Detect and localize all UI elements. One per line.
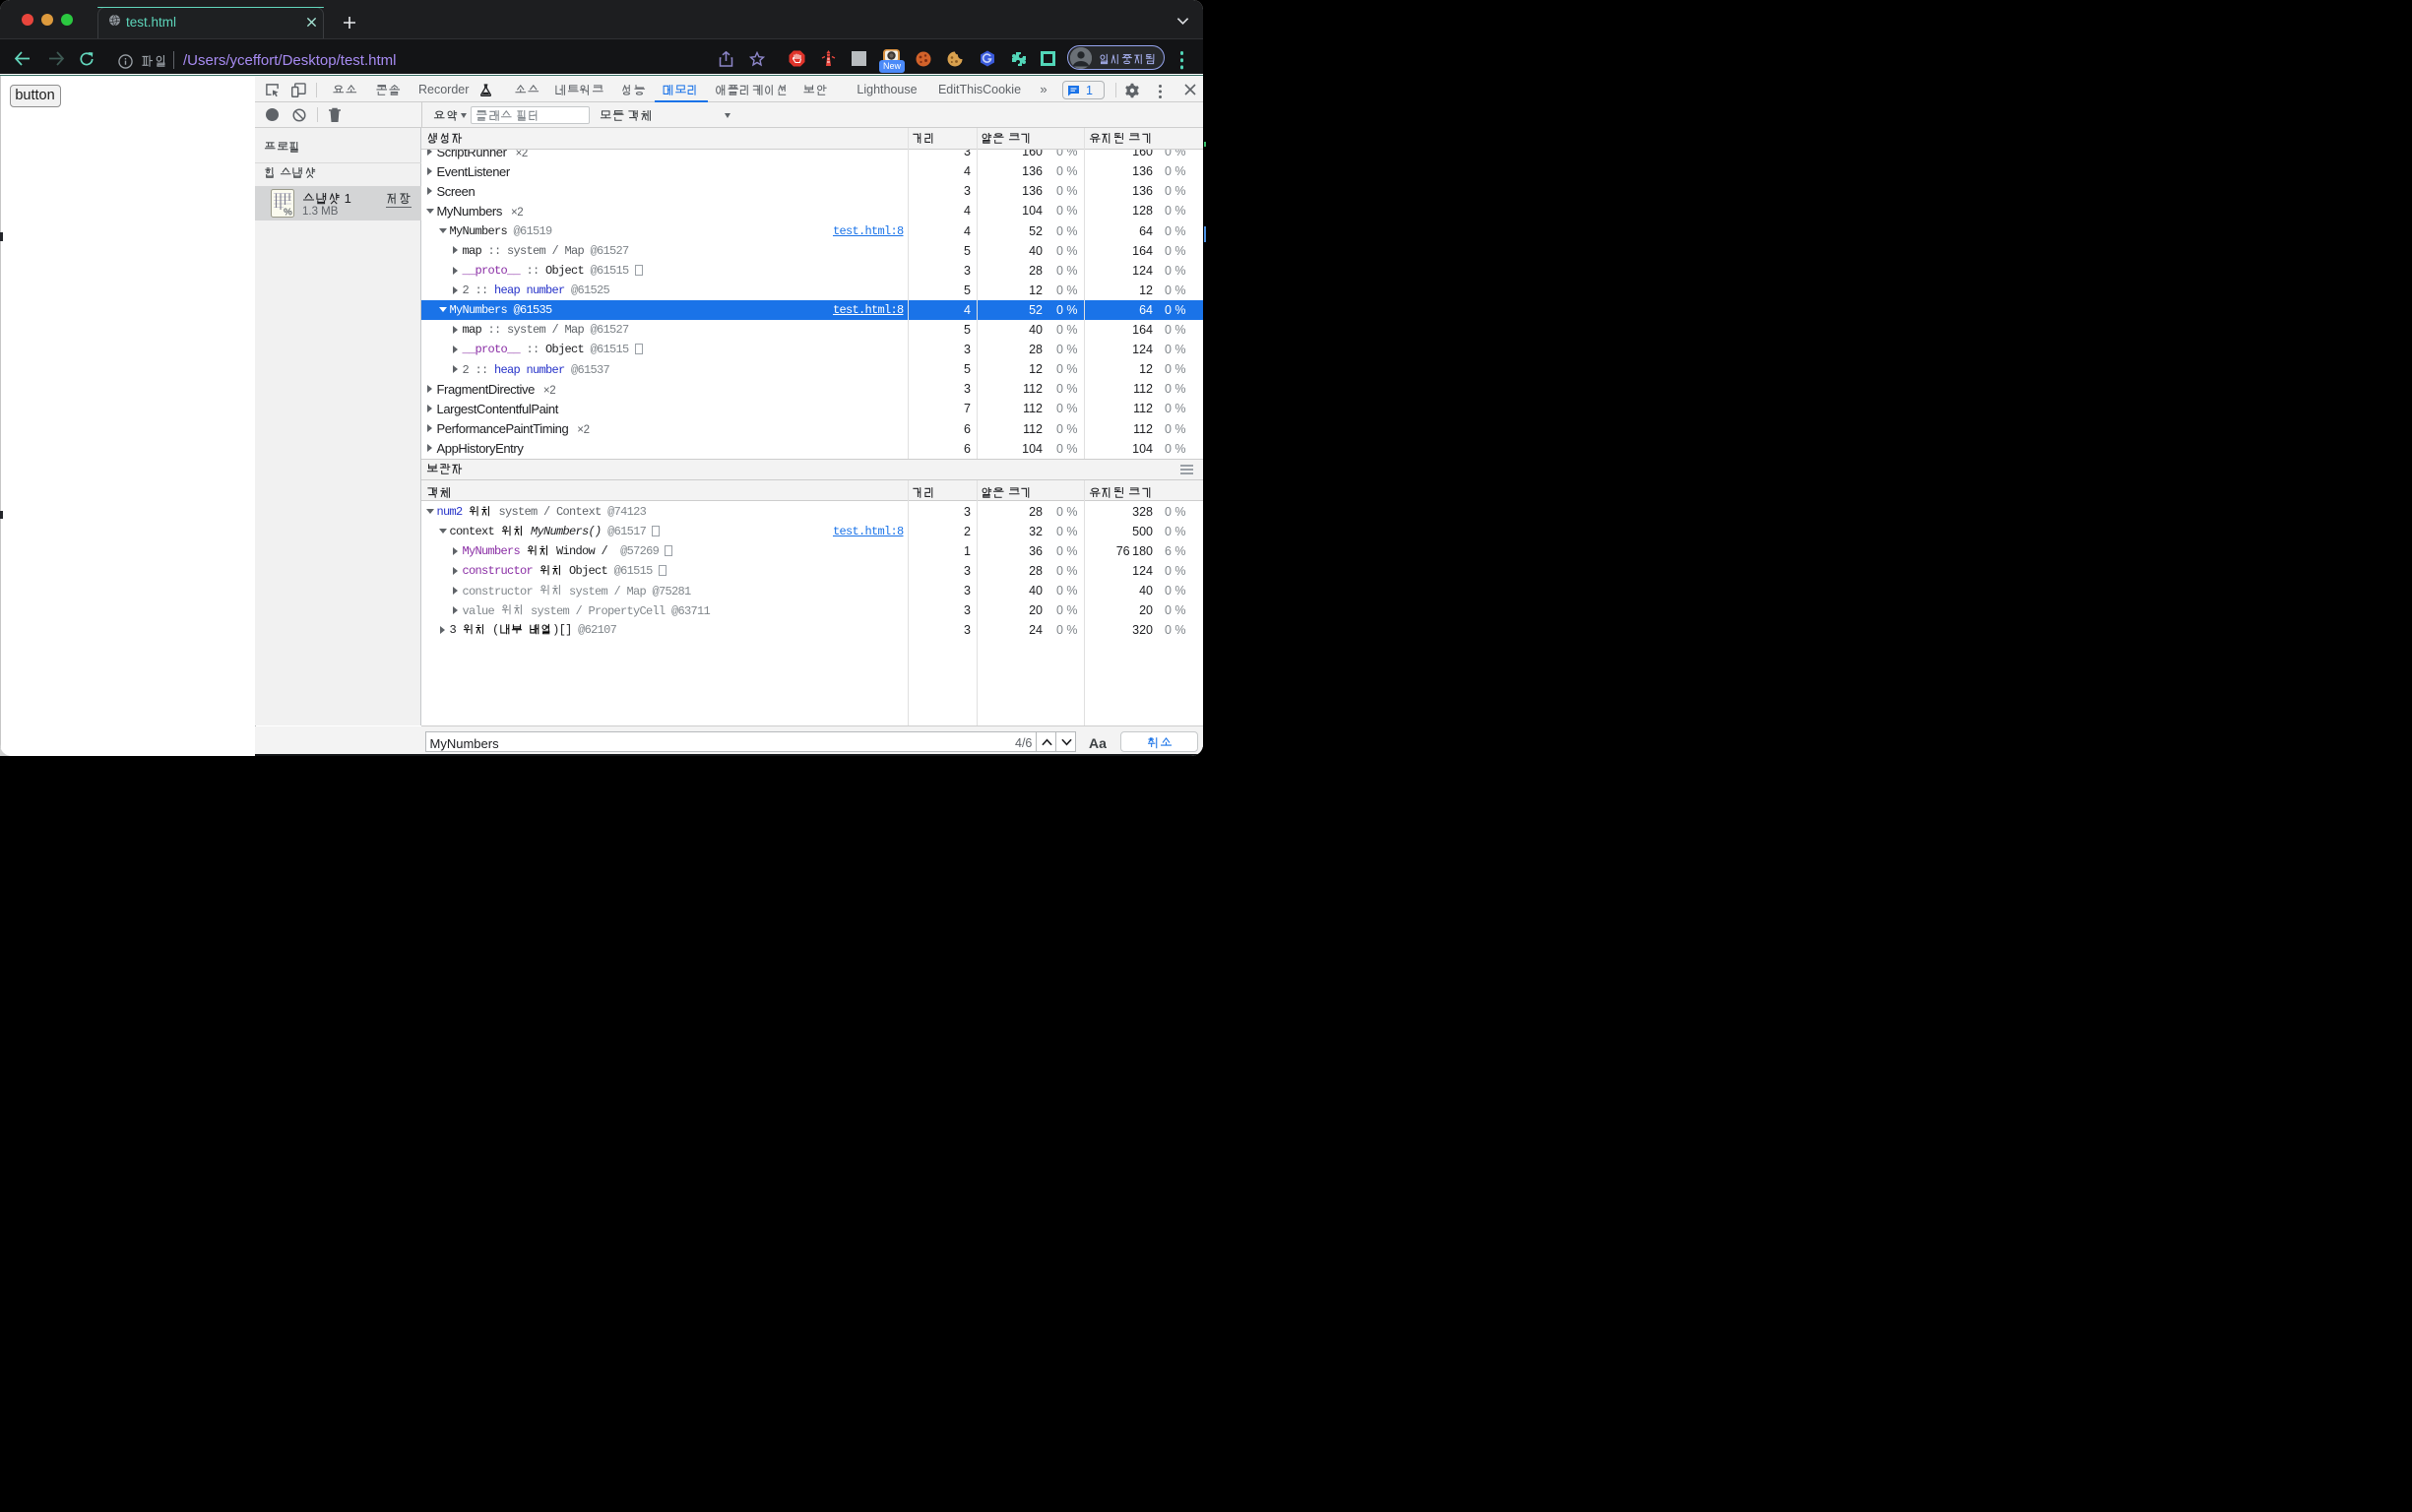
svg-text:%: % <box>284 207 292 218</box>
